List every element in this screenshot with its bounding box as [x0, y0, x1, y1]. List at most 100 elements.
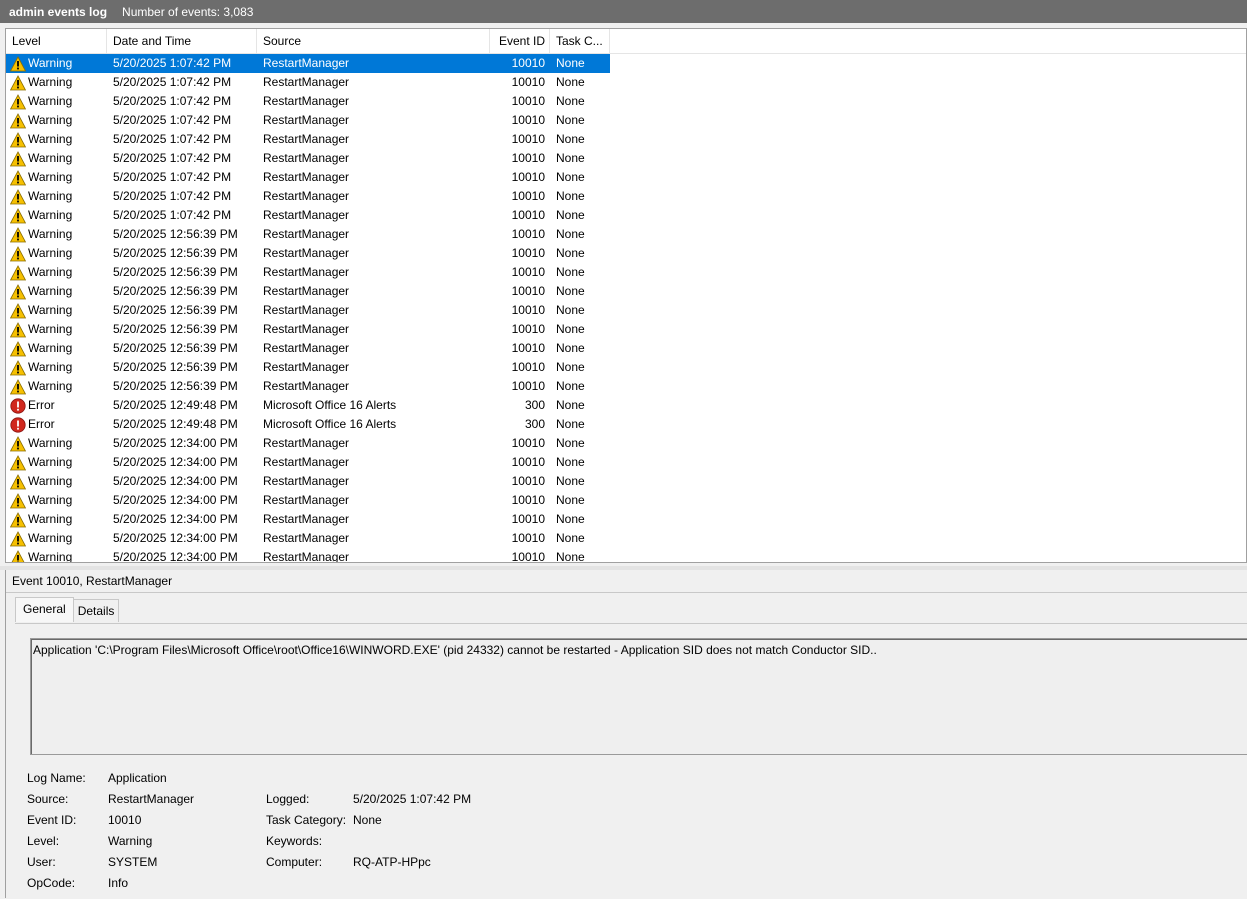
level-text: Warning [28, 170, 73, 184]
label-computer: Computer: [266, 855, 323, 869]
level-text: Error [28, 417, 55, 431]
warning-icon [9, 321, 27, 338]
event-id-cell: 10010 [511, 474, 545, 488]
table-row[interactable]: Warning 5/20/2025 12:34:00 PM RestartManag… [6, 548, 1246, 562]
value-log-name: Application [108, 771, 167, 785]
table-row[interactable]: Warning 5/20/2025 1:07:42 PM RestartManage… [6, 168, 1246, 187]
table-row[interactable]: Warning 5/20/2025 12:34:00 PM RestartManag… [6, 434, 1246, 453]
error-icon [10, 416, 26, 433]
task-cell: None [556, 113, 585, 127]
warning-icon [9, 112, 27, 129]
value-logged: 5/20/2025 1:07:42 PM [353, 792, 472, 806]
table-row[interactable]: Error 5/20/2025 12:49:48 PM Microsoft Offi… [6, 396, 1246, 415]
table-row[interactable]: Warning 5/20/2025 1:07:42 PM RestartManage… [6, 73, 1246, 92]
source-cell: RestartManager [263, 474, 350, 488]
label-opcode: OpCode: [27, 876, 76, 890]
label-level: Level: [27, 834, 60, 848]
source-cell: RestartManager [263, 436, 350, 450]
warning-icon [9, 207, 27, 224]
table-row[interactable]: Warning 5/20/2025 12:56:39 PM RestartManag… [6, 377, 1246, 396]
event-id-cell: 10010 [511, 493, 545, 507]
column-header-task[interactable]: Task C... [550, 29, 610, 53]
level-cell: Warning [6, 472, 107, 491]
task-cell: None [556, 398, 585, 412]
table-row[interactable]: Warning 5/20/2025 12:34:00 PM RestartManag… [6, 453, 1246, 472]
source-cell: RestartManager [263, 303, 350, 317]
task-cell: None [556, 151, 585, 165]
event-id-cell: 300 [524, 398, 545, 412]
level-cell: Error [6, 415, 107, 434]
table-row[interactable]: Warning 5/20/2025 12:56:39 PM RestartManag… [6, 301, 1246, 320]
table-row[interactable]: Warning 5/20/2025 1:07:42 PM RestartManage… [6, 111, 1246, 130]
table-row[interactable]: Warning 5/20/2025 12:56:39 PM RestartManag… [6, 282, 1246, 301]
warning-icon [9, 131, 27, 148]
column-header-level[interactable]: Level [6, 29, 107, 53]
date-cell: 5/20/2025 12:56:39 PM [113, 303, 238, 317]
warning-icon [9, 226, 27, 243]
table-row[interactable]: Warning 5/20/2025 12:34:00 PM RestartManag… [6, 510, 1246, 529]
date-cell: 5/20/2025 12:34:00 PM [113, 474, 238, 488]
table-row[interactable]: Warning 5/20/2025 1:07:42 PM RestartManage… [6, 149, 1246, 168]
level-cell: Warning [6, 263, 107, 282]
table-row[interactable]: Warning 5/20/2025 12:56:39 PM RestartManag… [6, 225, 1246, 244]
table-row[interactable]: Warning 5/20/2025 12:56:39 PM RestartManag… [6, 358, 1246, 377]
events-table[interactable]: Level Date and Time Source Event ID Task… [5, 28, 1247, 563]
tab-details[interactable]: Details [72, 599, 120, 622]
event-details-pane: Event 10010, RestartManager General Deta… [5, 570, 1247, 898]
date-cell: 5/20/2025 12:49:48 PM [113, 417, 238, 431]
column-header-source[interactable]: Source [257, 29, 490, 53]
table-row[interactable]: Warning 5/20/2025 12:56:39 PM RestartManag… [6, 263, 1246, 282]
event-id-cell: 10010 [511, 113, 545, 127]
table-row[interactable]: Warning 5/20/2025 12:56:39 PM RestartManag… [6, 339, 1246, 358]
log-name: admin events log [9, 4, 108, 19]
column-header-event-id[interactable]: Event ID [490, 29, 550, 53]
table-row[interactable]: Warning 5/20/2025 1:07:42 PM RestartManage… [6, 187, 1246, 206]
task-cell: None [556, 132, 585, 146]
date-cell: 5/20/2025 12:34:00 PM [113, 436, 238, 450]
table-row[interactable]: Warning 5/20/2025 1:07:42 PM RestartManage… [6, 92, 1246, 111]
event-id-cell: 10010 [511, 75, 545, 89]
task-cell: None [556, 360, 585, 374]
level-text: Warning [28, 189, 73, 203]
level-cell: Warning [6, 73, 107, 92]
level-text: Warning [28, 512, 73, 526]
date-cell: 5/20/2025 12:34:00 PM [113, 455, 238, 469]
table-row[interactable]: Warning 5/20/2025 1:07:42 PM RestartManage… [6, 206, 1246, 225]
event-id-cell: 10010 [511, 341, 545, 355]
table-row[interactable]: Warning 5/20/2025 12:34:00 PM RestartManag… [6, 472, 1246, 491]
value-computer: RQ-ATP-HPpc [353, 855, 431, 869]
event-id-cell: 10010 [511, 360, 545, 374]
warning-icon [9, 530, 27, 547]
task-cell: None [556, 284, 585, 298]
table-row[interactable]: Warning 5/20/2025 12:56:39 PM RestartManag… [6, 320, 1246, 339]
column-header-date[interactable]: Date and Time [107, 29, 257, 53]
table-row[interactable]: Warning 5/20/2025 12:34:00 PM RestartManag… [6, 491, 1246, 510]
level-text: Warning [28, 379, 73, 393]
detail-tabs: General Details [15, 597, 120, 622]
level-text: Warning [28, 455, 73, 469]
source-cell: RestartManager [263, 113, 350, 127]
task-cell: None [556, 455, 585, 469]
label-logged: Logged: [266, 792, 310, 806]
table-body: Warning 5/20/2025 1:07:42 PM RestartManage… [6, 54, 1246, 562]
event-count: Number of events: 3,083 [122, 4, 254, 19]
table-row[interactable]: Warning 5/20/2025 12:34:00 PM RestartManag… [6, 529, 1246, 548]
event-id-cell: 10010 [490, 54, 550, 73]
level-text: Warning [28, 303, 73, 317]
source-cell: RestartManager [263, 75, 350, 89]
tab-general[interactable]: General [15, 597, 74, 622]
label-user: User: [27, 855, 56, 869]
event-message[interactable]: Application 'C:\Program Files\Microsoft … [30, 638, 1247, 755]
date-cell: 5/20/2025 1:07:42 PM [113, 94, 232, 108]
warning-icon [9, 264, 27, 281]
source-cell: Microsoft Office 16 Alerts [263, 417, 397, 431]
date-cell: 5/20/2025 12:56:39 PM [113, 341, 238, 355]
value-opcode: Info [108, 876, 129, 890]
task-cell: None [556, 436, 585, 450]
table-row[interactable]: Error 5/20/2025 12:49:48 PM Microsoft Offi… [6, 415, 1246, 434]
table-row[interactable]: Warning 5/20/2025 12:56:39 PM RestartManag… [6, 244, 1246, 263]
level-cell: Warning [6, 339, 107, 358]
table-row[interactable]: Warning 5/20/2025 1:07:42 PM RestartManage… [6, 54, 1246, 73]
event-id-cell: 10010 [511, 455, 545, 469]
table-row[interactable]: Warning 5/20/2025 1:07:42 PM RestartManage… [6, 130, 1246, 149]
